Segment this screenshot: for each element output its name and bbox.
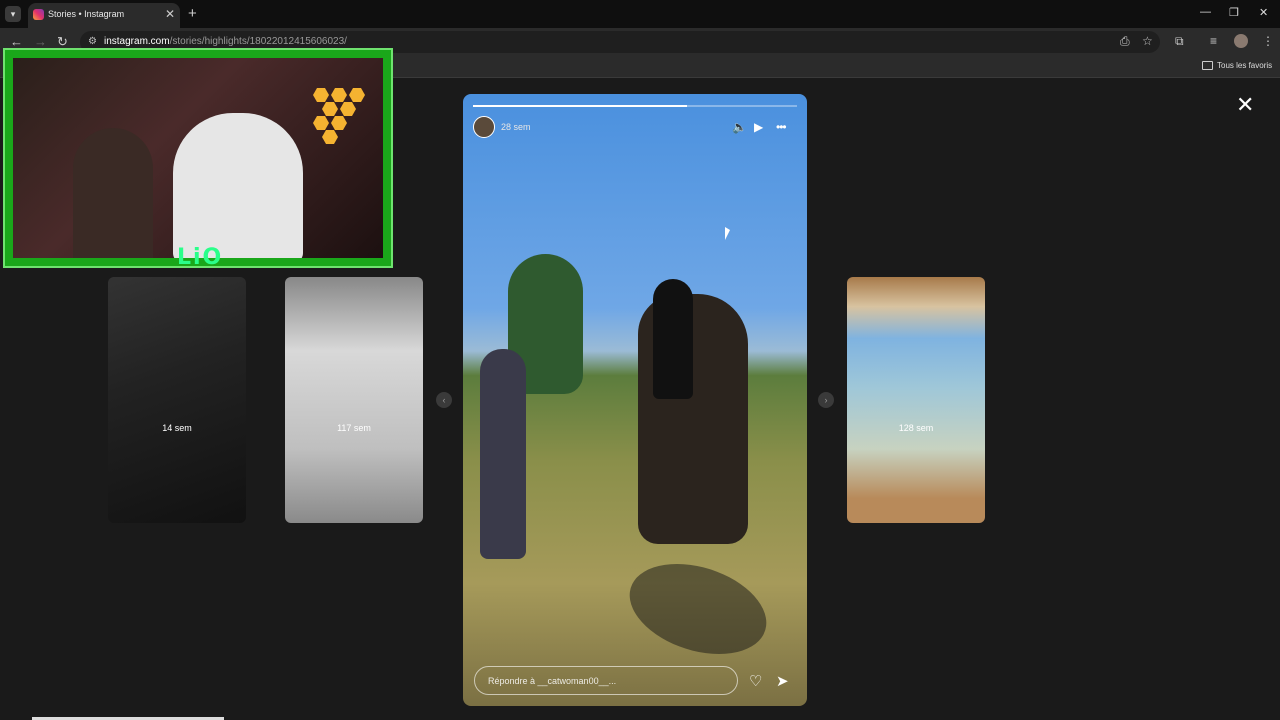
hex-light bbox=[313, 116, 329, 130]
reply-input[interactable]: Répondre à __catwoman00__... bbox=[474, 666, 738, 695]
folder-icon bbox=[1202, 61, 1213, 70]
bookmark-star-icon[interactable]: ☆ bbox=[1142, 34, 1153, 48]
share-send-icon[interactable]: ➤ bbox=[776, 672, 789, 690]
new-tab-button[interactable]: + bbox=[188, 5, 197, 22]
browser-tab-bar: ▾ Stories • Instagram ✕ + — ❐ ✕ bbox=[0, 0, 1280, 28]
mouse-cursor-icon bbox=[725, 227, 730, 240]
tab-close-icon[interactable]: ✕ bbox=[165, 7, 175, 21]
restore-button[interactable]: ❐ bbox=[1229, 6, 1239, 19]
thumbnail-age: 117 sem bbox=[337, 423, 371, 433]
hex-light bbox=[340, 102, 356, 116]
story-age: 28 sem bbox=[501, 122, 531, 132]
install-app-icon[interactable]: ⎙ bbox=[1120, 34, 1130, 49]
minimize-button[interactable]: — bbox=[1200, 6, 1211, 18]
profile-avatar[interactable] bbox=[1234, 34, 1248, 48]
story-rider bbox=[653, 279, 693, 399]
extensions-icon[interactable]: ⧉ bbox=[1175, 34, 1184, 49]
hex-light bbox=[322, 102, 338, 116]
streamer-right bbox=[173, 113, 303, 258]
thumbnail-age: 14 sem bbox=[162, 423, 192, 433]
hex-light bbox=[331, 88, 347, 102]
tab-instagram-stories[interactable]: Stories • Instagram ✕ bbox=[28, 3, 180, 28]
tab-title: Stories • Instagram bbox=[48, 9, 125, 19]
hex-light bbox=[331, 116, 347, 130]
mute-icon[interactable]: 🔈 bbox=[732, 120, 747, 134]
webcam-scene bbox=[13, 58, 383, 258]
media-control-icon[interactable]: ≡ bbox=[1210, 34, 1217, 48]
menu-kebab-icon[interactable]: ⋮ bbox=[1262, 34, 1274, 48]
next-story-button[interactable]: › bbox=[818, 392, 834, 408]
url-text[interactable]: instagram.com/stories/highlights/1802201… bbox=[104, 36, 347, 47]
story-shadow bbox=[612, 564, 784, 654]
reply-placeholder: Répondre à __catwoman00__... bbox=[488, 676, 617, 686]
more-options-icon[interactable]: ••• bbox=[776, 120, 787, 134]
instagram-favicon-icon bbox=[33, 9, 44, 20]
stream-logo: LiO bbox=[177, 245, 224, 270]
forward-arrow-icon[interactable]: → bbox=[34, 34, 47, 49]
window-close-button[interactable]: ✕ bbox=[1259, 6, 1268, 19]
hex-light bbox=[349, 88, 365, 102]
webcam-overlay: LiO bbox=[3, 48, 393, 270]
story-thumbnail[interactable]: 14 sem bbox=[108, 277, 246, 523]
previous-story-button[interactable]: ‹ bbox=[436, 392, 452, 408]
hex-light bbox=[322, 130, 338, 144]
active-story[interactable]: 28 sem 🔈 ▶ ••• Répondre à __catwoman00__… bbox=[463, 94, 807, 706]
tab-search-button[interactable]: ▾ bbox=[5, 6, 21, 22]
story-thumbnail[interactable]: 128 sem bbox=[847, 277, 985, 523]
story-man bbox=[480, 349, 526, 559]
close-viewer-button[interactable]: ✕ bbox=[1236, 94, 1254, 116]
story-thumbnail[interactable]: 117 sem bbox=[285, 277, 423, 523]
hex-light bbox=[313, 88, 329, 102]
all-bookmarks-link[interactable]: Tous les favoris bbox=[1217, 61, 1272, 70]
streamer-left bbox=[73, 128, 153, 258]
story-avatar[interactable] bbox=[473, 116, 495, 138]
site-info-icon[interactable]: ⚙ bbox=[88, 36, 97, 47]
thumbnail-age: 128 sem bbox=[898, 423, 934, 433]
story-progress-bar bbox=[473, 105, 797, 107]
back-arrow-icon[interactable]: ← bbox=[10, 34, 23, 49]
story-progress-fill bbox=[473, 105, 687, 107]
play-icon[interactable]: ▶ bbox=[754, 120, 763, 134]
like-heart-icon[interactable]: ♡ bbox=[749, 672, 762, 690]
